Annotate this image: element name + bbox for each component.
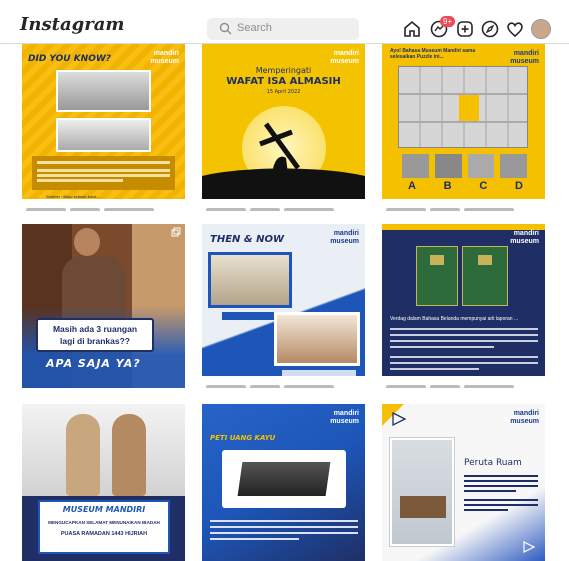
post-title: THEN & NOW (210, 234, 284, 245)
post-title: WAFAT ISA ALMASIH (226, 76, 341, 87)
option-c: C (479, 180, 488, 192)
post-title: Ayo! Bahasa Museum Mandiri sama selesaik… (390, 48, 476, 60)
post-highlight: APA SAJA YA? (46, 357, 141, 370)
book-cover-right (462, 246, 508, 306)
brand-logo: mandiri museum (510, 230, 539, 245)
new-post-icon[interactable] (455, 19, 475, 39)
explore-icon[interactable] (480, 19, 500, 39)
post-subtitle: Memperingati (255, 66, 312, 75)
search-placeholder: Search (237, 22, 272, 34)
puzzle-image (398, 66, 528, 148)
post-footer (202, 199, 365, 211)
post-title: PETI UANG KAYU (210, 434, 276, 442)
post-did-you-know[interactable]: DID YOU KNOW? mandiri museum Sumber : Buk… (22, 44, 185, 211)
new-building-photo (56, 118, 151, 152)
caption-lines (390, 324, 538, 370)
person-head (74, 228, 100, 256)
instagram-logo[interactable]: Instagram (20, 14, 124, 35)
post-footer (202, 376, 365, 388)
option-b: B (443, 180, 452, 192)
cross-silhouette (202, 122, 365, 199)
top-navigation-bar: Instagram Search 9+ (0, 0, 569, 44)
play-icon (523, 541, 536, 553)
greeting-line-2: PUASA RAMADAN 1443 HIJRIAH (60, 531, 148, 537)
post-title: DID YOU KNOW? (28, 54, 112, 64)
option-d: D (515, 180, 523, 192)
post-peruta-ruam[interactable]: mandiri museum Peruta Ruam (382, 404, 545, 561)
post-title: Peruta Ruam (464, 458, 522, 468)
description-box (32, 156, 175, 190)
search-icon (219, 22, 232, 35)
greeting-box: MUSEUM MANDIRI MENGUCAPKAN SELAMAT MENUN… (38, 500, 170, 554)
post-ramadan-greeting[interactable]: MUSEUM MANDIRI MENGUCAPKAN SELAMAT MENUN… (22, 404, 185, 561)
greeting-title: MUSEUM MANDIRI (62, 505, 146, 514)
post-then-and-now[interactable]: THEN & NOW mandiri museum (202, 224, 365, 388)
photo-frame (222, 450, 346, 508)
room-photo (390, 438, 454, 546)
search-input[interactable]: Search (207, 18, 359, 40)
greeting-line-1: MENGUCAPKAN SELAMAT MENUNAIKAN IBADAH (48, 520, 160, 525)
answer-options: A B C D (408, 180, 523, 192)
option-a: A (408, 180, 416, 192)
person-left (66, 414, 100, 496)
post-puzzle[interactable]: Ayo! Bahasa Museum Mandiri sama selesaik… (382, 44, 545, 211)
question-box: Masih ada 3 ruangan lagi di brankas?? (36, 318, 154, 352)
post-footer (382, 376, 545, 388)
brand-logo: mandiri museum (330, 410, 359, 425)
post-date: 15 April 2022 (266, 89, 301, 95)
post-peti-uang-kayu[interactable]: mandiri museum PETI UANG KAYU (202, 404, 365, 561)
brand-logo: mandiri museum (510, 50, 539, 65)
post-masih-ada-3-ruangan[interactable]: Masih ada 3 ruangan lagi di brankas?? AP… (22, 224, 185, 388)
post-footer (382, 199, 545, 211)
person-right (112, 414, 146, 496)
wooden-chest (237, 462, 331, 496)
play-icon (392, 411, 407, 427)
post-verdag-book[interactable]: mandiri museum Verdag dalam Bahasa Beland… (382, 224, 545, 388)
notification-badge: 9+ (440, 16, 456, 27)
question-line-1: Masih ada 3 ruangan (52, 324, 138, 334)
post-wafat-isa-almasih[interactable]: mandiri museum Memperingati WAFAT ISA ALM… (202, 44, 365, 211)
home-icon[interactable] (402, 19, 422, 39)
brand-logo: mandiri museum (150, 50, 179, 65)
brand-logo: mandiri museum (510, 410, 539, 425)
post-caption: Verdag dalam Bahasa Belanda mempunyai ar… (390, 316, 519, 322)
new-room-photo (274, 312, 360, 366)
old-building-photo (56, 70, 151, 112)
profile-avatar[interactable] (531, 19, 551, 39)
caption-lines (464, 472, 538, 511)
activity-heart-icon[interactable] (505, 19, 525, 39)
brand-logo: mandiri museum (330, 50, 359, 65)
puzzle-piece-options (402, 154, 527, 178)
brand-logo: mandiri museum (330, 230, 359, 245)
book-cover-left (416, 246, 458, 306)
caption-lines (210, 516, 358, 540)
question-line-2: lagi di brankas?? (60, 336, 130, 346)
carousel-icon (171, 227, 181, 237)
old-room-photo (208, 252, 292, 308)
post-footer (22, 199, 185, 211)
